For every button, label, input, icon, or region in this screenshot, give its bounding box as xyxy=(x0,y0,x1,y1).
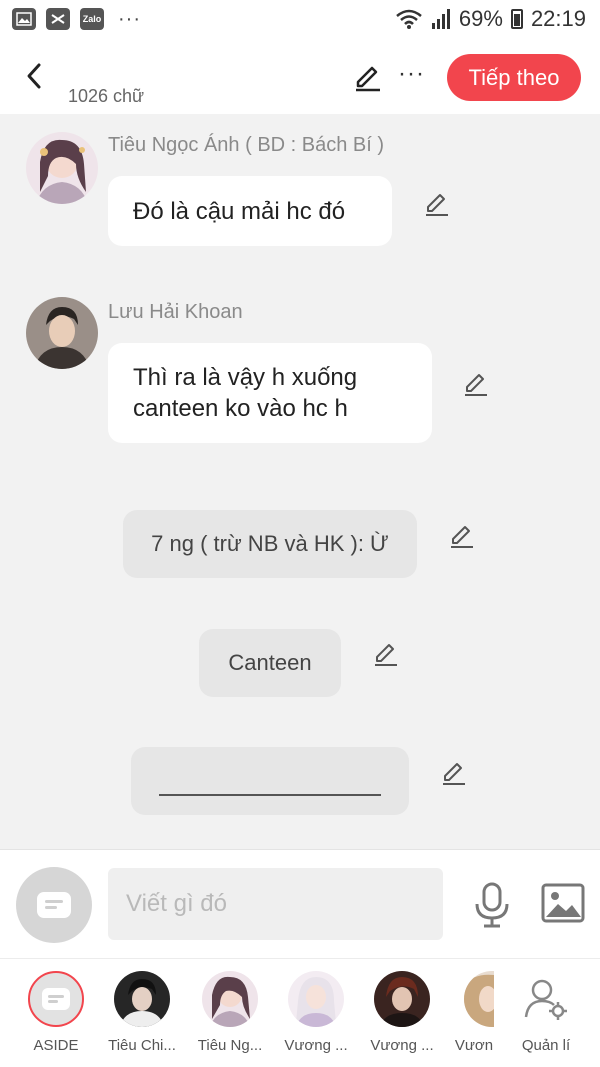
header: 1026 chữ ··· Tiếp theo xyxy=(0,40,600,114)
manage-icon-wrap xyxy=(518,971,574,1027)
message-1-text: Đó là cậu mải hc đó xyxy=(133,197,346,225)
pencil-icon xyxy=(465,374,487,396)
status-right: 69% 22:19 xyxy=(395,6,586,32)
image-button[interactable] xyxy=(541,883,585,923)
aside-message-1-text: 7 ng ( trừ NB và HK ): Ừ xyxy=(151,531,389,556)
message-2-bubble[interactable]: Thì ra là vậy h xuống canteen ko vào hc … xyxy=(108,343,432,443)
pencil-icon xyxy=(451,526,473,548)
edit-message-2-button[interactable] xyxy=(462,370,490,398)
aside-avatar xyxy=(28,971,84,1027)
character-label: Vươn xyxy=(454,1037,494,1054)
character-label: Vương ... xyxy=(370,1037,434,1054)
edit-aside-3-button[interactable] xyxy=(440,759,468,787)
edit-message-1-button[interactable] xyxy=(423,190,451,218)
message-2-sender: Lưu Hải Khoan xyxy=(108,301,243,323)
message-1-sender: Tiêu Ngọc Ánh ( BD : Bách Bí ) xyxy=(108,134,385,156)
avatar xyxy=(374,971,430,1027)
pencil-icon xyxy=(443,763,465,785)
battery-icon xyxy=(510,9,523,29)
avatar xyxy=(202,971,258,1027)
message-box-icon xyxy=(42,988,70,1010)
message-box-icon xyxy=(37,892,71,918)
character-vuong-3[interactable]: Vươn xyxy=(434,971,514,1054)
status-bar: Zalo ··· 69% 22:19 xyxy=(0,0,600,40)
pencil-icon xyxy=(375,644,397,666)
pencil-icon xyxy=(356,66,380,92)
avatar xyxy=(464,971,494,1027)
character-vuong-2[interactable]: Vương ... xyxy=(362,971,442,1054)
image-icon xyxy=(541,883,585,923)
more-notifications-icon: ··· xyxy=(118,8,141,30)
aside-message-3[interactable] xyxy=(131,747,409,815)
chevron-left-icon xyxy=(27,63,41,89)
user-settings-icon xyxy=(524,979,567,1020)
zalo-icon: Zalo xyxy=(80,8,104,30)
back-button[interactable] xyxy=(18,58,50,94)
character-label: Tiêu Chi... xyxy=(108,1037,176,1054)
word-count: 1026 chữ xyxy=(68,86,145,106)
message-input[interactable] xyxy=(108,868,443,940)
wifi-icon xyxy=(396,9,422,29)
character-label: ASIDE xyxy=(33,1037,79,1054)
aside-message-1[interactable]: 7 ng ( trừ NB và HK ): Ừ xyxy=(123,510,417,578)
status-left-icons: Zalo ··· xyxy=(12,8,141,30)
manage-characters-button[interactable]: Quản lí xyxy=(506,971,586,1054)
character-tieu-ngoc-anh[interactable]: Tiêu Ng... xyxy=(190,971,270,1054)
message-2-text-line-1: Thì ra là vậy h xuống xyxy=(133,364,358,391)
character-label: Vương ... xyxy=(284,1037,348,1054)
character-label: Quản lí xyxy=(521,1037,571,1054)
message-2-text-line-2: canteen ko vào hc h xyxy=(133,395,348,422)
character-tieu-chi[interactable]: Tiêu Chi... xyxy=(102,971,182,1054)
avatar-tieu-ngoc-anh[interactable] xyxy=(26,132,98,204)
next-button[interactable]: Tiếp theo xyxy=(447,54,581,101)
capcut-icon xyxy=(46,8,70,30)
avatar xyxy=(114,971,170,1027)
avatar-luu-hai-khoan[interactable] xyxy=(26,297,98,369)
edit-aside-2-button[interactable] xyxy=(372,640,400,668)
microphone-button[interactable] xyxy=(472,882,512,928)
clock: 22:19 xyxy=(530,6,586,31)
aside-message-2[interactable]: Canteen xyxy=(199,629,341,697)
character-aside[interactable]: ASIDE xyxy=(16,971,96,1054)
character-vuong-1[interactable]: Vương ... xyxy=(276,971,356,1054)
aside-toggle-button[interactable] xyxy=(16,867,92,943)
signal-icon xyxy=(431,9,450,29)
message-1-bubble[interactable]: Đó là cậu mải hc đó xyxy=(108,176,392,246)
input-bar xyxy=(0,849,600,958)
character-label: Tiêu Ng... xyxy=(197,1037,263,1054)
chat-area: Tiêu Ngọc Ánh ( BD : Bách Bí ) Đó là cậu… xyxy=(0,114,600,849)
avatar xyxy=(288,971,344,1027)
aside-message-2-text: Canteen xyxy=(228,650,312,675)
pencil-icon xyxy=(426,194,448,216)
battery-percent: 69% xyxy=(458,6,503,31)
blank-underline xyxy=(159,794,381,796)
microphone-icon xyxy=(475,882,509,928)
gallery-icon xyxy=(12,8,36,30)
edit-title-button[interactable] xyxy=(352,62,384,94)
more-options-button[interactable]: ··· xyxy=(398,60,425,88)
edit-aside-1-button[interactable] xyxy=(448,522,476,550)
character-bar: ASIDE Tiêu Chi... Tiêu Ng... Vương ... V… xyxy=(0,958,600,1067)
